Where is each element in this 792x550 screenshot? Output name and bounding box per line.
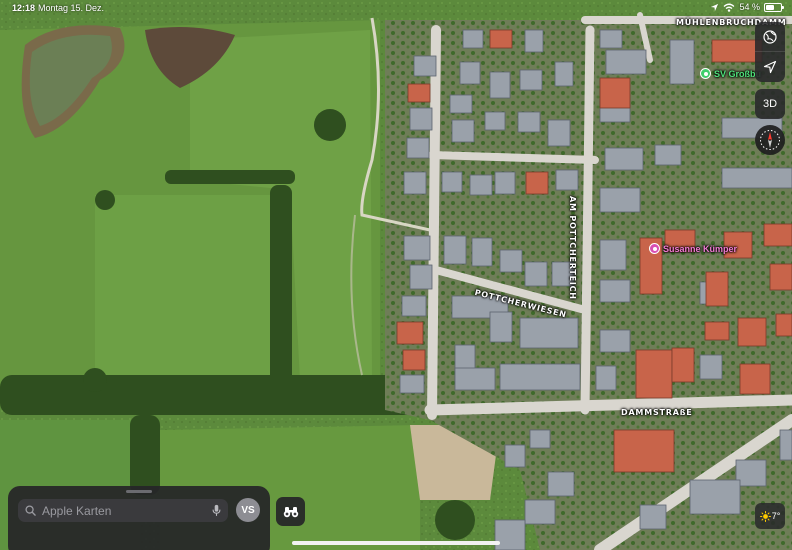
weather-widget[interactable]: 7° (755, 503, 785, 529)
poi-sv-grossbu[interactable]: SV Großbu (700, 68, 761, 79)
status-time: 12:18 (12, 3, 36, 13)
status-date: Montag 15. Dez. (38, 3, 105, 13)
compass-icon (760, 130, 780, 150)
battery-fill (766, 4, 774, 10)
map-mode-button[interactable] (755, 22, 785, 52)
location-arrow-icon (763, 60, 777, 74)
binoculars-icon (283, 506, 298, 517)
poi-label: Susanne Kümper (663, 243, 738, 254)
search-input[interactable] (42, 503, 206, 518)
status-bar: 12:18 Montag 15. Dez. 54 % (0, 0, 792, 16)
avatar[interactable]: VS (236, 498, 260, 522)
locate-me-button[interactable] (755, 52, 785, 82)
wifi-icon (724, 3, 735, 12)
road-label-dammstrasse: DAMMSTRAßE (621, 408, 693, 417)
search-sheet[interactable]: VS (8, 486, 270, 550)
map-imagery (0, 0, 792, 550)
microphone-icon[interactable] (212, 504, 221, 517)
location-services-icon (711, 3, 719, 11)
compass-button[interactable] (755, 125, 785, 155)
place-poi-icon (649, 243, 660, 254)
poi-susanne-kuemper[interactable]: Susanne Kümper (649, 243, 737, 254)
sheet-grabber[interactable] (126, 490, 152, 493)
3d-toggle-button[interactable]: 3D (755, 89, 785, 119)
weather-temperature: 7° (771, 511, 781, 521)
look-around-button[interactable] (276, 497, 305, 526)
search-bar[interactable] (18, 499, 228, 522)
search-icon (25, 505, 36, 516)
globe-icon (763, 29, 777, 44)
satellite-map[interactable]: MÜHLENBRUCHDAMM AM POTTCHERTEICH POTTCHE… (0, 0, 792, 550)
sports-poi-icon (700, 68, 711, 79)
map-controls (755, 22, 785, 82)
poi-label: SV Großbu (714, 68, 761, 79)
status-indicators: 54 % (710, 2, 784, 12)
home-indicator[interactable] (292, 541, 500, 545)
road-label-am-pottcherteich: AM POTTCHERTEICH (568, 196, 577, 300)
sun-icon (759, 510, 771, 522)
battery-percent: 54 % (739, 2, 760, 12)
battery-icon (764, 2, 784, 12)
